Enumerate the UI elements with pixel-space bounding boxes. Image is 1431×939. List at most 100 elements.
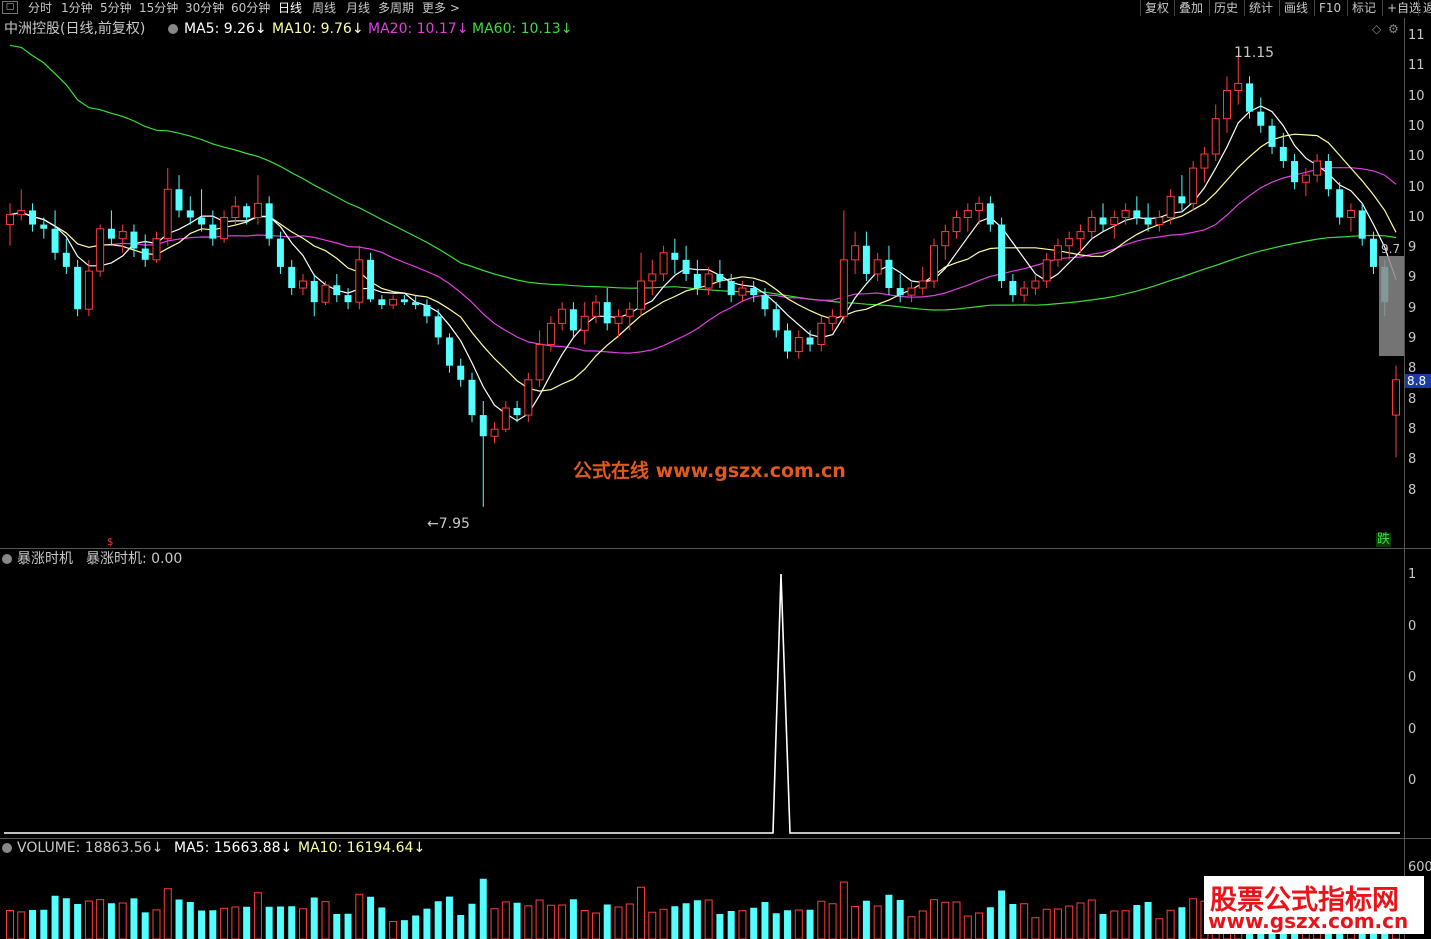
candle-body[interactable]	[1324, 161, 1332, 190]
candle-body[interactable]	[220, 216, 229, 240]
candle-body[interactable]	[276, 238, 284, 267]
candle-body[interactable]	[1369, 238, 1377, 267]
candle-body[interactable]	[1121, 209, 1130, 218]
candle-body[interactable]	[389, 298, 398, 306]
candle-body[interactable]	[558, 308, 567, 324]
candle-body[interactable]	[231, 205, 240, 218]
candle-body[interactable]	[298, 280, 307, 289]
candle-body[interactable]	[704, 273, 713, 289]
candle-body[interactable]	[1234, 82, 1243, 91]
candle-body[interactable]	[772, 309, 780, 331]
candle-body[interactable]	[1246, 83, 1254, 112]
candle-body[interactable]	[1189, 167, 1198, 204]
candle-body[interactable]	[1133, 210, 1141, 218]
candle-body[interactable]	[907, 287, 916, 296]
candle-body[interactable]	[682, 259, 690, 274]
candle-body[interactable]	[930, 245, 938, 282]
candle-body[interactable]	[1279, 146, 1287, 162]
candle-body[interactable]	[288, 266, 296, 289]
candle-body[interactable]	[51, 228, 59, 253]
candle-body[interactable]	[1178, 196, 1186, 204]
candle-body[interactable]	[310, 281, 318, 303]
candle-body[interactable]	[603, 302, 611, 324]
candle-body[interactable]	[975, 202, 984, 211]
candle-body[interactable]	[885, 259, 893, 289]
candle-body[interactable]	[1099, 217, 1107, 225]
candle-body[interactable]	[625, 308, 634, 317]
candle-body[interactable]	[1144, 217, 1152, 225]
candle-body[interactable]	[163, 188, 172, 240]
candle-body[interactable]	[434, 316, 442, 338]
candle-body[interactable]	[62, 252, 70, 267]
candle-body[interactable]	[1291, 161, 1299, 183]
candle-body[interactable]	[839, 259, 848, 317]
candle-body[interactable]	[130, 231, 138, 249]
candle-body[interactable]	[1155, 216, 1164, 226]
candle-body[interactable]	[141, 248, 149, 260]
candle-body[interactable]	[693, 273, 701, 289]
candle-body[interactable]	[580, 315, 589, 331]
candle-body[interactable]	[186, 210, 194, 218]
candle-body[interactable]	[175, 189, 183, 211]
candle-body[interactable]	[862, 245, 870, 274]
candle-body[interactable]	[1166, 195, 1175, 218]
candle-body[interactable]	[253, 202, 262, 218]
candle-body[interactable]	[17, 209, 26, 216]
candle-body[interactable]	[648, 273, 657, 282]
candle-body[interactable]	[367, 259, 375, 300]
candle-body[interactable]	[738, 287, 747, 296]
candle-body[interactable]	[1009, 281, 1017, 296]
candle-body[interactable]	[851, 245, 860, 261]
candle-body[interactable]	[344, 295, 352, 303]
candle-body[interactable]	[963, 209, 972, 218]
volume-chart[interactable]	[0, 838, 1404, 939]
candle-body[interactable]	[1042, 259, 1051, 282]
candle-body[interactable]	[1301, 174, 1310, 183]
candle-body[interactable]	[333, 285, 341, 296]
candle-body[interactable]	[1065, 238, 1074, 247]
candle-body[interactable]	[716, 273, 724, 281]
candle-body[interactable]	[1076, 231, 1085, 240]
candle-body[interactable]	[817, 322, 826, 346]
candle-body[interactable]	[152, 238, 161, 261]
candle-body[interactable]	[896, 288, 904, 296]
candle-body[interactable]	[614, 315, 623, 324]
candle-body[interactable]	[794, 336, 803, 353]
candle-body[interactable]	[671, 252, 679, 260]
candle-body[interactable]	[1336, 189, 1344, 218]
candle-body[interactable]	[198, 217, 206, 225]
candle-body[interactable]	[84, 270, 93, 310]
candle-body[interactable]	[1257, 111, 1265, 126]
candle-body[interactable]	[1222, 89, 1231, 120]
candle-body[interactable]	[535, 344, 544, 381]
candle-body[interactable]	[209, 224, 217, 239]
candle-body[interactable]	[727, 281, 735, 296]
candle-body[interactable]	[546, 322, 555, 346]
candle-body[interactable]	[457, 365, 465, 380]
candle-body[interactable]	[1020, 287, 1029, 296]
candle-body[interactable]	[524, 379, 533, 416]
candle-body[interactable]	[468, 379, 476, 416]
candle-body[interactable]	[1358, 210, 1366, 239]
candle-body[interactable]	[952, 216, 961, 233]
candle-body[interactable]	[1031, 280, 1040, 289]
back-button[interactable]: 返	[1418, 0, 1431, 16]
candle-body[interactable]	[806, 337, 814, 345]
candle-body[interactable]	[96, 228, 105, 272]
candle-body[interactable]	[1392, 379, 1400, 416]
candle-body[interactable]	[986, 203, 994, 225]
candle-body[interactable]	[40, 224, 48, 229]
candle-body[interactable]	[1346, 209, 1355, 218]
candle-body[interactable]	[1268, 125, 1276, 147]
candle-body[interactable]	[637, 280, 646, 310]
candle-body[interactable]	[513, 408, 521, 416]
candle-body[interactable]	[941, 231, 950, 247]
candle-body[interactable]	[243, 206, 251, 218]
candle-body[interactable]	[445, 337, 453, 366]
candle-body[interactable]	[828, 315, 837, 324]
candle-body[interactable]	[750, 288, 758, 296]
candle-body[interactable]	[873, 259, 882, 275]
candle-body[interactable]	[1313, 160, 1322, 176]
candle-body[interactable]	[355, 259, 364, 303]
candle-body[interactable]	[479, 415, 487, 437]
